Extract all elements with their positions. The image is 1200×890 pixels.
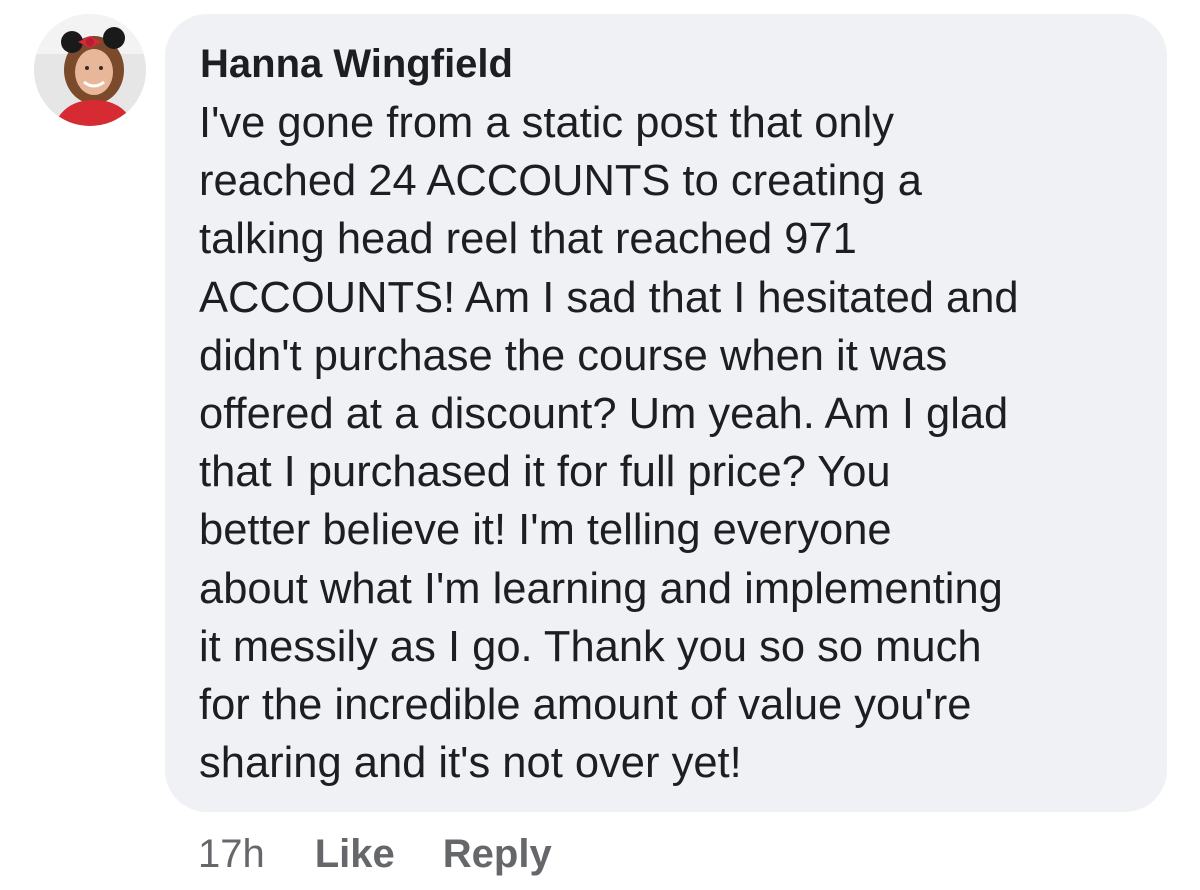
comment-line: about what I'm learning and implementing [199, 564, 1003, 613]
comment-line: for the incredible amount of value you'r… [199, 681, 972, 730]
reply-button[interactable]: Reply [443, 832, 552, 877]
comment-line: reached 24 ACCOUNTS to creating a [199, 157, 922, 206]
comment-line: it messily as I go. Thank you so so much [199, 622, 982, 671]
comment-line: I've gone from a static post that only [199, 99, 895, 147]
comment-line: that I purchased it for full price? You [199, 448, 891, 497]
comment-line: talking head reel that reached 971 [199, 215, 857, 264]
comment: Hanna Wingfield I've gone from a static … [0, 0, 1200, 890]
comment-line: offered at a discount? Um yeah. Am I gla… [199, 390, 1009, 439]
like-button[interactable]: Like [315, 832, 395, 877]
profile-photo-icon [34, 14, 146, 126]
timestamp[interactable]: 17h [198, 832, 265, 877]
comment-line: didn't purchase the course when it was [199, 331, 948, 380]
comment-actions: 17h Like Reply [198, 826, 600, 882]
comment-text: I've gone from a static post that only r… [199, 94, 1019, 792]
comment-line: sharing and it's not over yet! [199, 739, 742, 788]
author-name[interactable]: Hanna Wingfield [200, 40, 513, 88]
comment-bubble: Hanna Wingfield I've gone from a static … [165, 14, 1167, 812]
avatar[interactable] [34, 14, 146, 126]
comment-line: better believe it! I'm telling everyone [199, 506, 892, 555]
comment-line: ACCOUNTS! Am I sad that I hesitated and [199, 273, 1019, 322]
